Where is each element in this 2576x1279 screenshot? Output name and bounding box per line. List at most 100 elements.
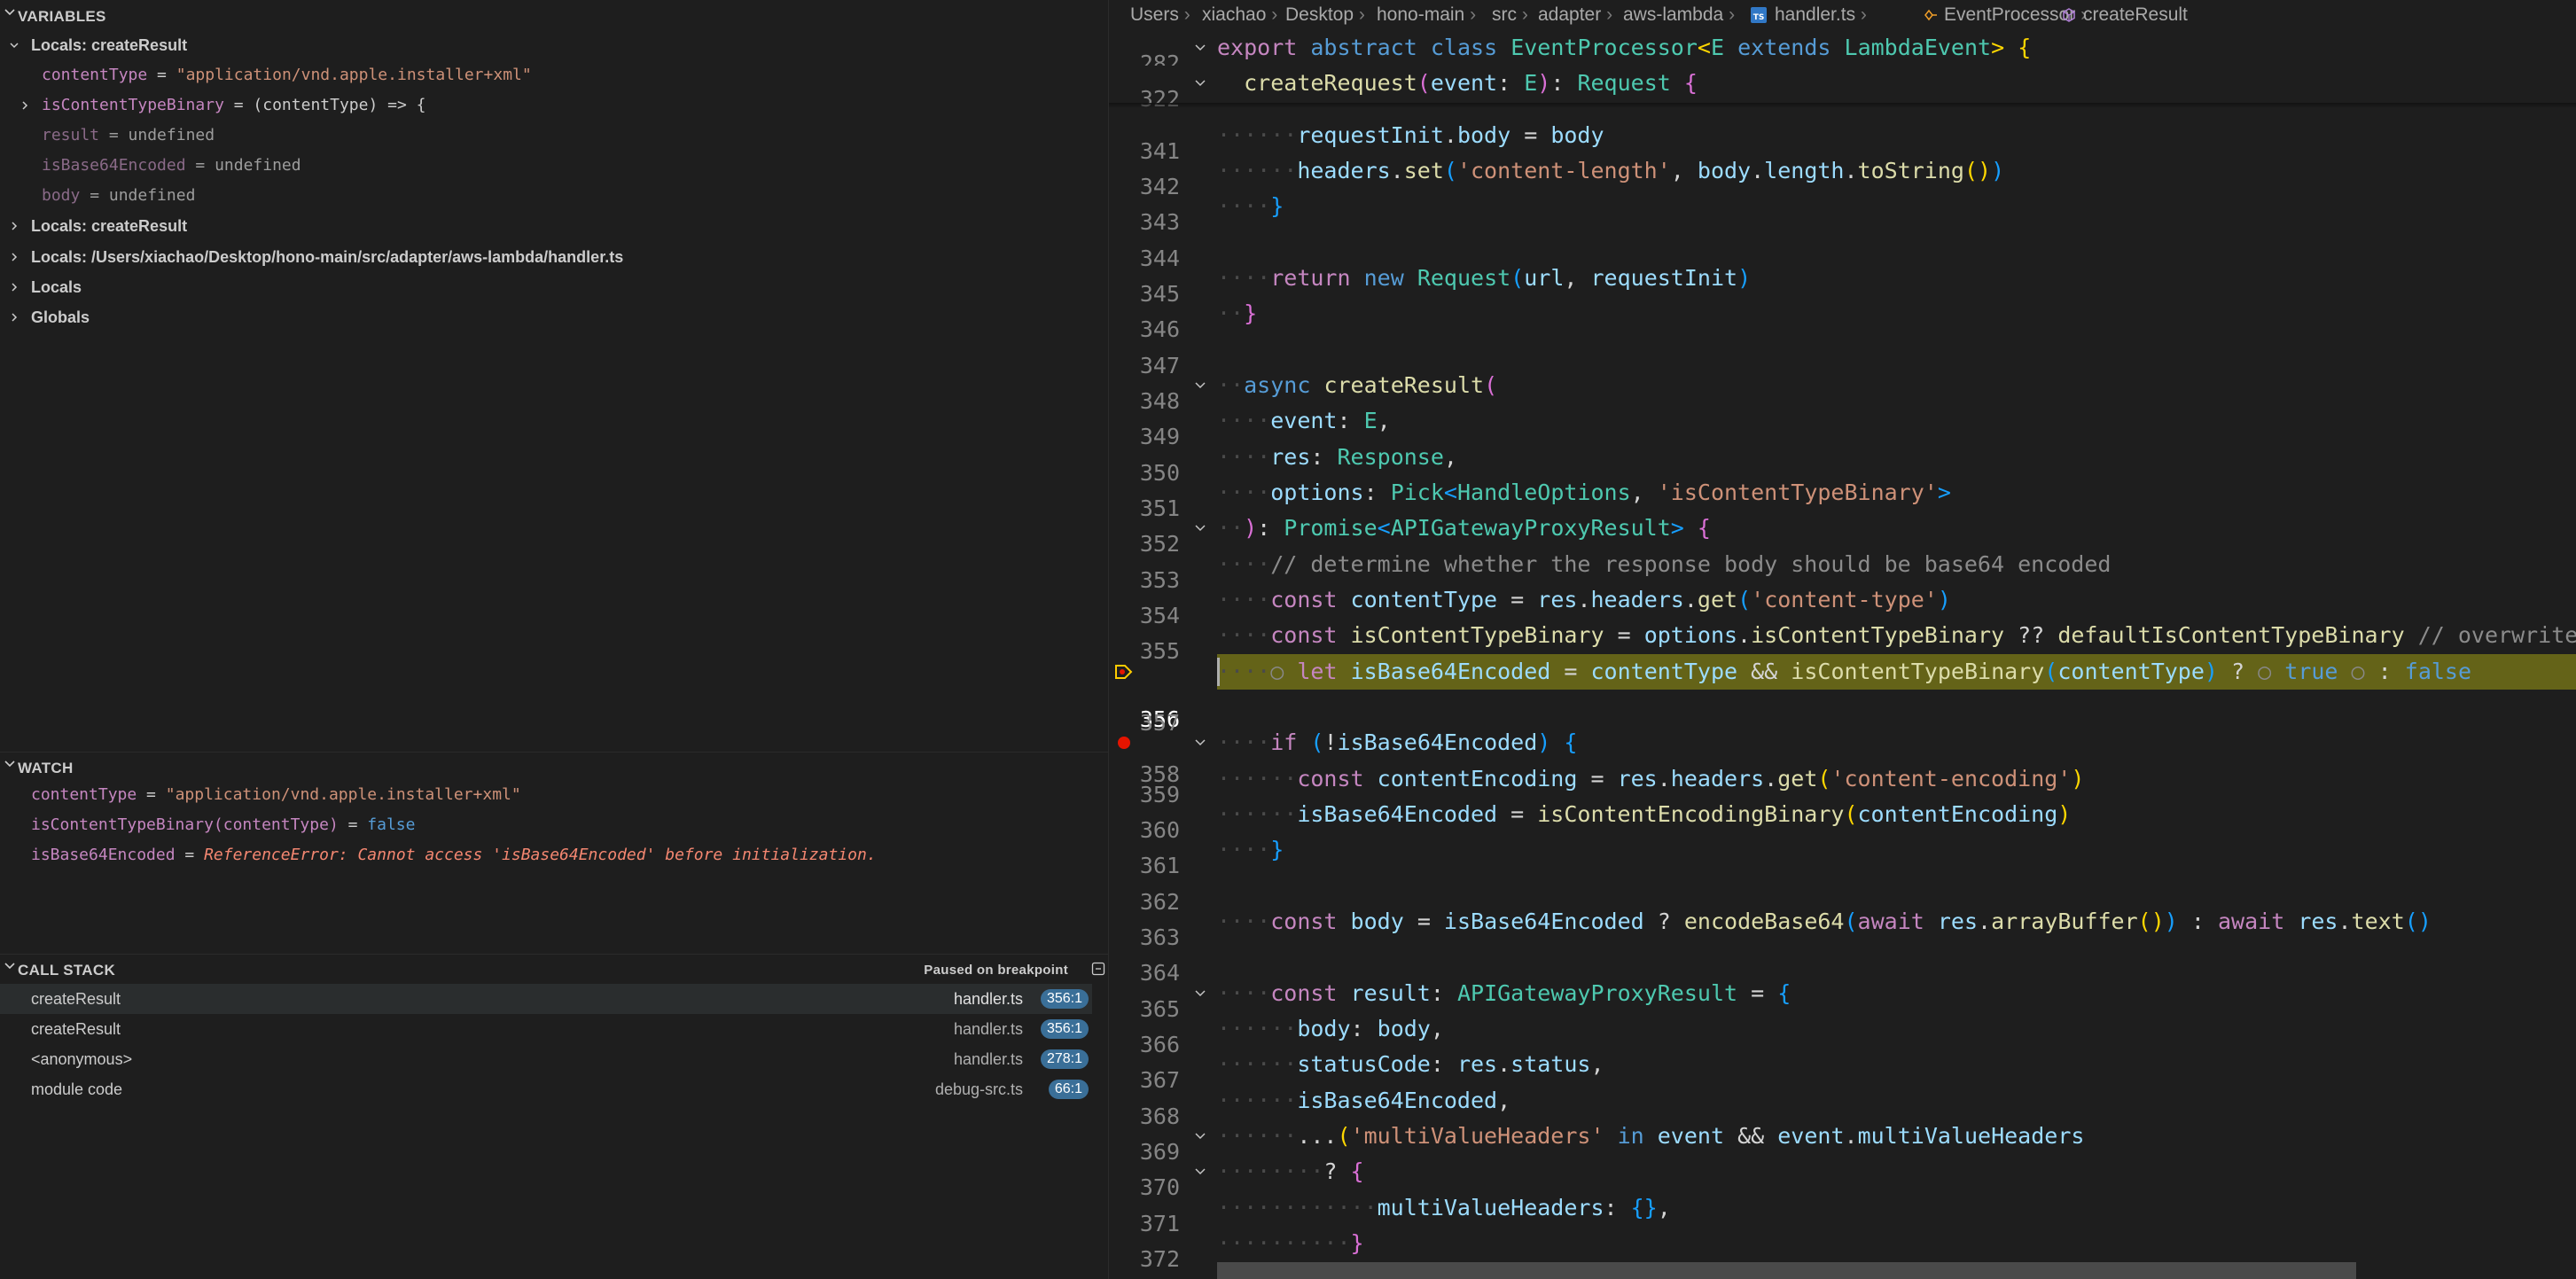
variables-section-header[interactable]: VARIABLES (0, 2, 1108, 30)
chevron-right-icon (12, 283, 18, 292)
variable-name: isBase64Encoded (42, 156, 186, 175)
variable-row[interactable]: isBase64Encoded = undefined (0, 151, 1108, 181)
fold-chevron-icon[interactable] (1194, 1166, 1206, 1177)
call-stack-frame[interactable]: createResult handler.ts 356:1 (0, 1014, 1092, 1044)
code-line[interactable]: 347 (1109, 332, 2576, 378)
code-line[interactable]: 345 ····return new Request(url, requestI… (1109, 261, 2576, 307)
breakpoint-dot-icon[interactable] (1118, 737, 1130, 749)
fold-chevron-icon[interactable] (1194, 523, 1206, 534)
call-stack-frame[interactable]: module code debug-src.ts 66:1 (0, 1074, 1092, 1104)
code-line[interactable]: 352 ··): Promise<APIGatewayProxyResult> … (1109, 511, 2576, 557)
code-line[interactable]: 353 ····// determine whether the respons… (1109, 547, 2576, 593)
variable-row[interactable]: result = undefined (0, 121, 1108, 151)
code-line[interactable]: 364 (1109, 940, 2576, 986)
code-line[interactable]: 371 ············multiValueHeaders: {}, (1109, 1190, 2576, 1236)
code-line[interactable]: 357 (1109, 690, 2576, 736)
frame-file: handler.ts (953, 990, 1023, 1008)
watch-expression[interactable]: isContentTypeBinary(contentType) = false (0, 810, 1108, 840)
code-line[interactable]: 344 (1109, 225, 2576, 271)
code-line[interactable]: 354 ····const contentType = res.headers.… (1109, 582, 2576, 628)
code-line[interactable]: 361 ····} (1109, 832, 2576, 878)
scope-locals[interactable]: Locals (0, 272, 1108, 302)
paused-status: Paused on breakpoint (924, 963, 1068, 978)
code-text: ··): Promise<APIGatewayProxyResult> { (1217, 515, 1711, 541)
code-line[interactable]: 342 ······headers.set('content-length', … (1109, 153, 2576, 199)
breadcrumb-segment[interactable]: aws-lambda › (1623, 0, 1735, 30)
code-text: ······requestInit.body = body (1217, 122, 1604, 148)
chevron-right-icon[interactable] (20, 100, 30, 111)
breadcrumb-segment[interactable]: xiachao › (1202, 0, 1277, 30)
code-line[interactable]: 366 ······body: body, (1109, 1011, 2576, 1057)
breadcrumb-segment[interactable]: Desktop › (1285, 0, 1365, 30)
call-stack-title: CALL STACK (18, 962, 116, 979)
code-line[interactable]: 369 ······...('multiValueHeaders' in eve… (1109, 1119, 2576, 1165)
call-stack-frame[interactable]: <anonymous> handler.ts 278:1 (0, 1044, 1092, 1074)
sticky-scroll-line[interactable]: 282 export abstract class EventProcessor… (1109, 30, 2576, 76)
chevron-down-icon (4, 9, 15, 16)
code-line[interactable]: 346 ··} (1109, 296, 2576, 342)
code-line[interactable]: 351 ····options: Pick<HandleOptions, 'is… (1109, 475, 2576, 521)
code-line[interactable]: 362 (1109, 869, 2576, 915)
breadcrumb-segment[interactable]: TS handler.ts › (1750, 0, 1867, 30)
code-line[interactable]: 350 ····res: Response, (1109, 440, 2576, 486)
method-symbol-icon (2063, 8, 2075, 22)
code-line[interactable]: 368 ······isBase64Encoded, (1109, 1083, 2576, 1129)
variable-row[interactable]: contentType = "application/vnd.apple.ins… (0, 60, 1108, 90)
breadcrumb-segment[interactable]: src › (1492, 0, 1528, 30)
watch-section-header[interactable]: WATCH (0, 753, 1108, 782)
breadcrumb-segment[interactable]: hono-main › (1377, 0, 1476, 30)
code-line[interactable]: 358 ····if (!isBase64Encoded) { (1109, 725, 2576, 787)
code-line[interactable]: 363 ····const body = isBase64Encoded ? e… (1109, 904, 2576, 950)
class-symbol-icon (1924, 9, 1937, 21)
code-line[interactable]: 372 ··········} (1109, 1226, 2576, 1272)
current-execution-line[interactable]: 356 ····○ let isBase64Encoded = contentT… (1109, 654, 2576, 732)
code-line[interactable]: 341 ······requestInit.body = body (1109, 118, 2576, 164)
fold-chevron-icon[interactable] (1194, 988, 1206, 999)
breakpoint-paused-arrow-icon[interactable] (1113, 661, 1135, 682)
code-line[interactable]: 349 ····event: E, (1109, 403, 2576, 449)
scope-locals-handler[interactable]: Locals: /Users/xiachao/Desktop/hono-main… (0, 242, 1108, 272)
scope-locals-createresult[interactable]: Locals: createResult (0, 30, 1108, 60)
code-text: ····event: E, (1217, 408, 1391, 433)
watch-value: false (367, 815, 416, 834)
code-line[interactable]: 360 ······isBase64Encoded = isContentEnc… (1109, 797, 2576, 843)
breadcrumb-segment[interactable]: Users › (1130, 0, 1190, 30)
code-line[interactable]: 365 ····const result: APIGatewayProxyRes… (1109, 976, 2576, 1022)
scope-locals-createresult-2[interactable]: Locals: createResult (0, 211, 1108, 241)
fold-chevron-icon[interactable] (1194, 1131, 1206, 1142)
frame-function: <anonymous> (31, 1050, 133, 1068)
chevron-right-icon (12, 253, 18, 261)
code-line[interactable]: 348 ··async createResult( (1109, 368, 2576, 414)
watch-expression[interactable]: contentType = "application/vnd.apple.ins… (0, 780, 1108, 810)
code-text: ······...('multiValueHeaders' in event &… (1217, 1123, 2085, 1149)
fold-chevron-icon[interactable] (1194, 737, 1206, 748)
call-stack-frame[interactable]: createResult handler.ts 356:1 (0, 984, 1092, 1014)
sticky-scroll-line[interactable]: 322 createRequest(event: E): Request { (1109, 66, 2576, 112)
collapse-all-icon[interactable] (1090, 961, 1106, 977)
scope-label: Locals: createResult (31, 217, 188, 235)
breadcrumb-segment[interactable]: adapter › (1538, 0, 1612, 30)
fold-chevron-icon[interactable] (1194, 43, 1206, 53)
breadcrumb-segment[interactable]: EventProcessor › (1923, 0, 2087, 30)
variable-value: undefined (108, 186, 196, 205)
fold-chevron-icon[interactable] (1194, 380, 1206, 391)
watch-value: "application/vnd.apple.installer+xml" (165, 785, 521, 804)
breadcrumb-segment[interactable]: createResult (2061, 0, 2188, 30)
call-stack-section-header[interactable]: CALL STACK Paused on breakpoint (0, 955, 1108, 984)
code-editor[interactable]: Users › xiachao › Desktop › hono-main › … (1109, 0, 2576, 1279)
horizontal-scrollbar[interactable] (1217, 1262, 2356, 1279)
code-text: ····if (!isBase64Encoded) { (1217, 729, 1578, 755)
variable-row[interactable]: body = undefined (0, 181, 1108, 211)
code-line[interactable]: 367 ······statusCode: res.status, (1109, 1047, 2576, 1093)
code-line[interactable]: 370 ········? { (1109, 1154, 2576, 1200)
variable-row[interactable]: isContentTypeBinary = (contentType) => { (0, 90, 1108, 121)
code-line[interactable]: 359 ······const contentEncoding = res.he… (1109, 761, 2576, 807)
code-text: ····res: Response, (1217, 444, 1457, 470)
scope-globals[interactable]: Globals (0, 302, 1108, 332)
fold-chevron-icon[interactable] (1194, 78, 1206, 89)
watch-name: isContentTypeBinary(contentType) (31, 815, 339, 834)
watch-expression[interactable]: isBase64Encoded = ReferenceError: Cannot… (0, 840, 1108, 870)
chevron-right-icon (12, 222, 18, 230)
code-line[interactable]: 355 ····const isContentTypeBinary = opti… (1109, 618, 2576, 664)
code-line[interactable]: 343 ····} (1109, 189, 2576, 235)
